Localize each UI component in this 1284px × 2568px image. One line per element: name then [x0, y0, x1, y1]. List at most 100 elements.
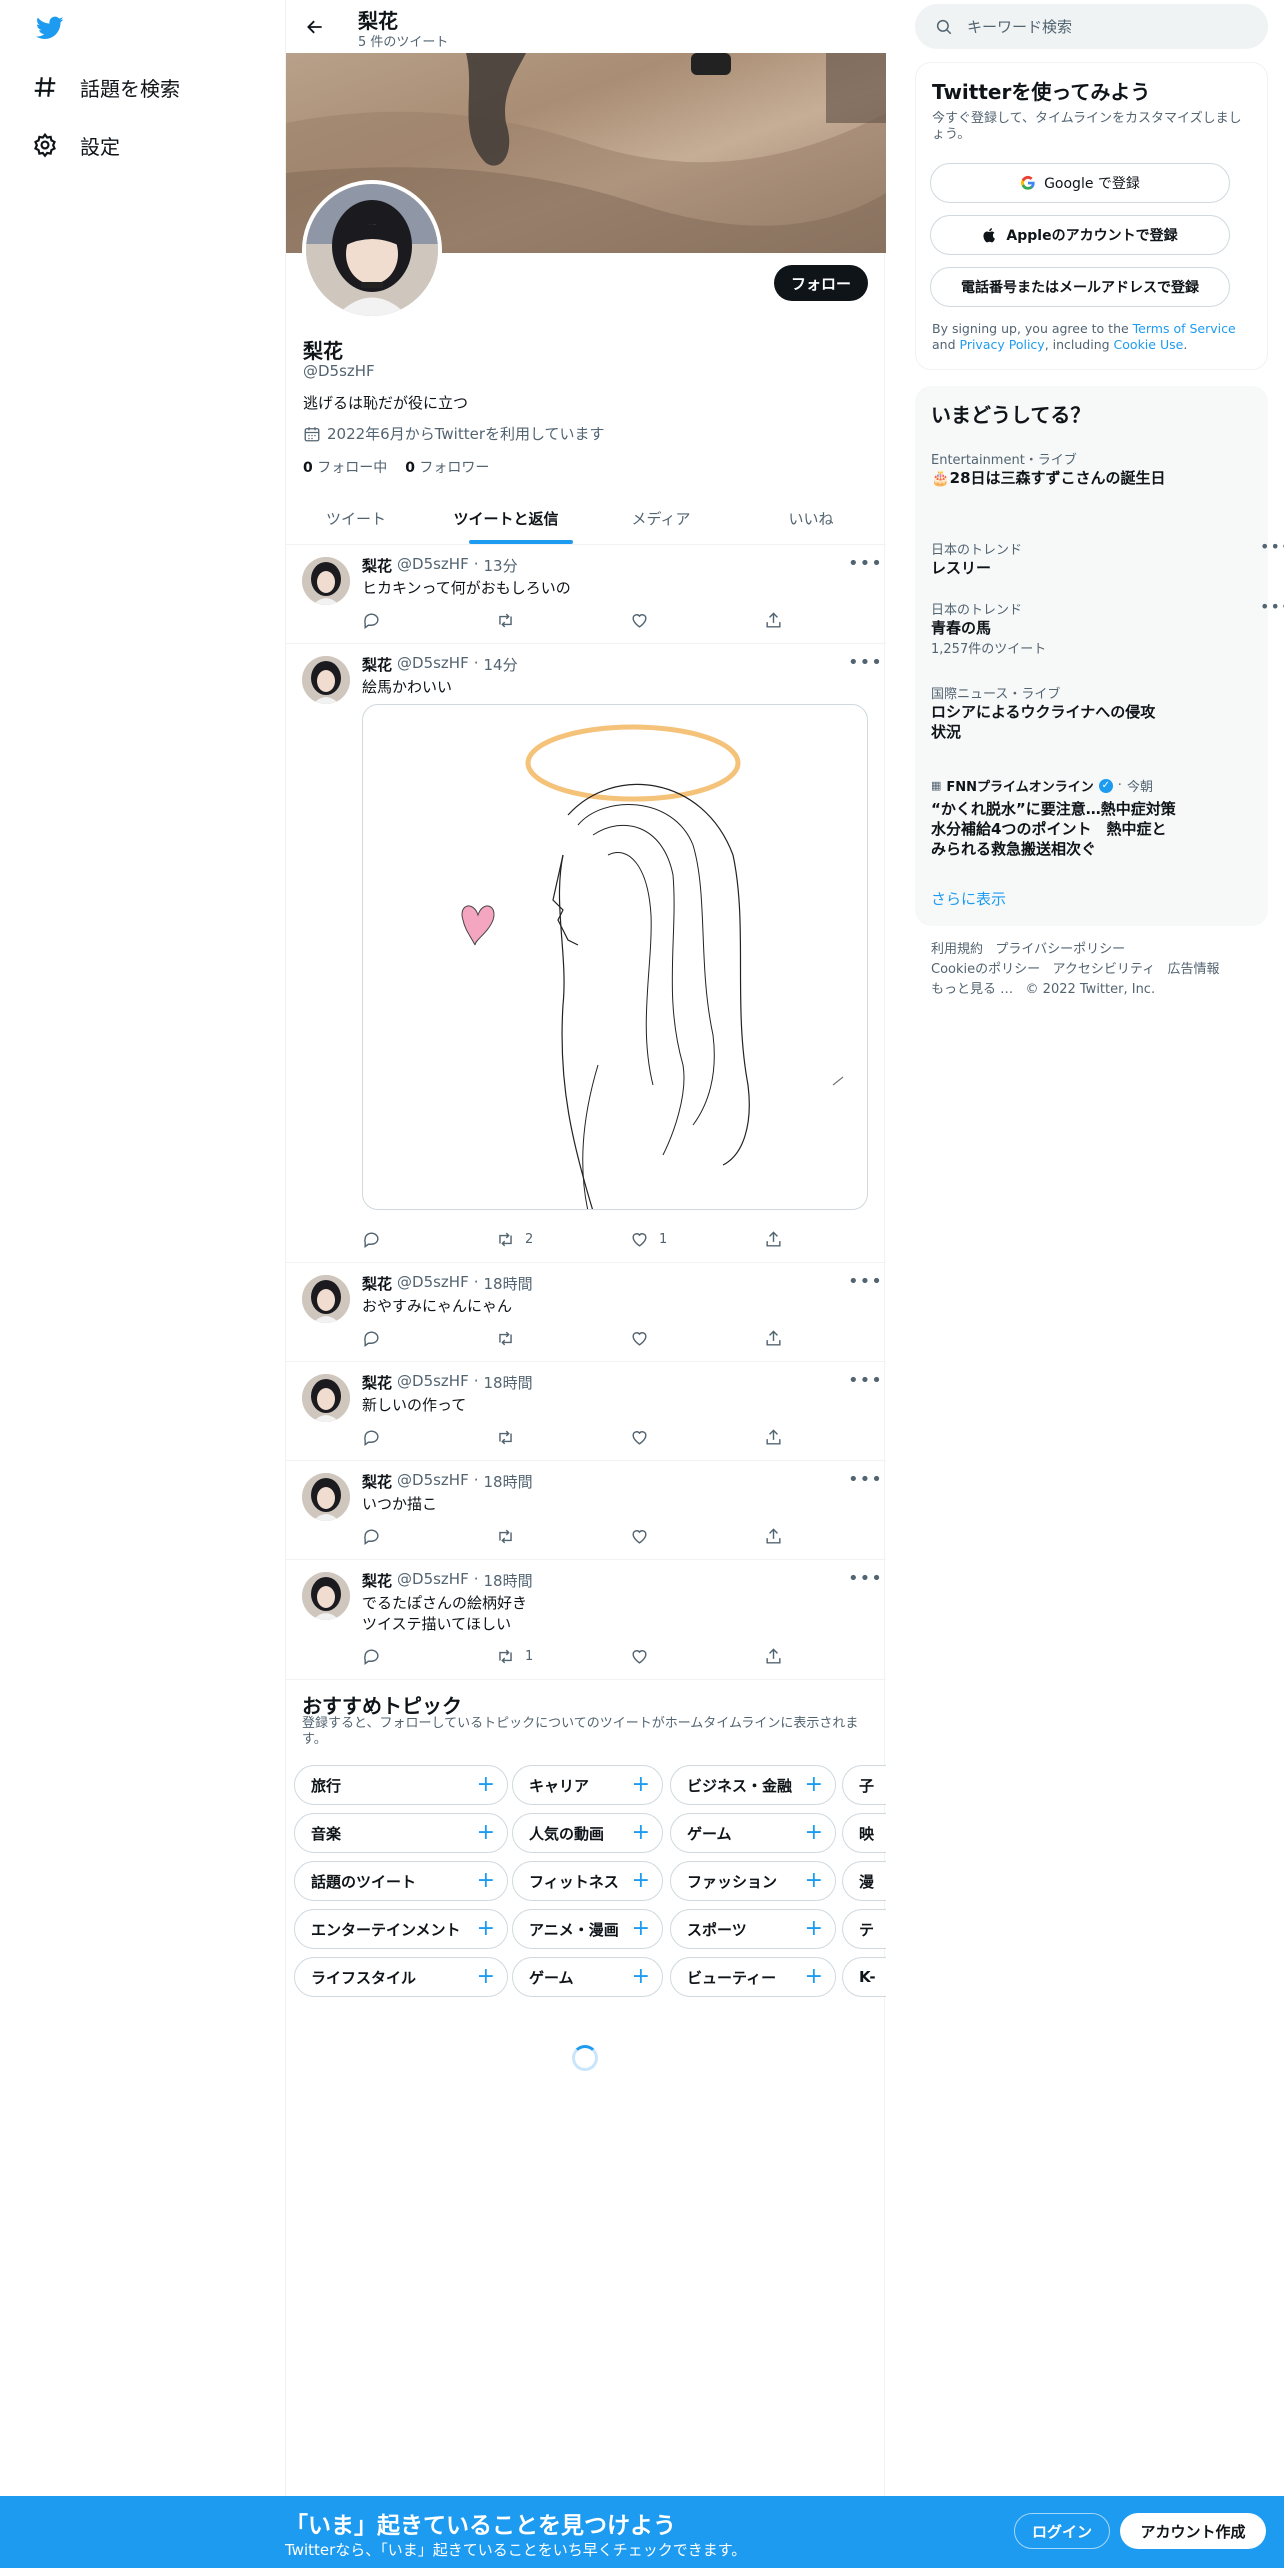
topic-chip[interactable]: スポーツ +	[670, 1909, 836, 1949]
like-button[interactable]	[630, 611, 659, 630]
tweet-avatar[interactable]	[302, 656, 350, 704]
share-button[interactable]	[764, 1527, 783, 1546]
footer-accessibility[interactable]: アクセシビリティ	[1053, 962, 1156, 977]
plus-icon[interactable]: +	[632, 1772, 650, 1797]
tweet[interactable]: 梨花 @D5szHF · 18時間 ••• 新しいの作って	[286, 1362, 886, 1461]
topic-chip[interactable]: アニメ・漫画 +	[512, 1909, 663, 1949]
tab-tweets-replies[interactable]: ツイートと返信	[426, 492, 586, 545]
share-button[interactable]	[764, 1647, 783, 1666]
more-options-icon[interactable]: •••	[1260, 537, 1284, 556]
more-options-icon[interactable]: •••	[848, 1469, 883, 1490]
topic-chip[interactable]: フィットネス +	[512, 1861, 663, 1901]
plus-icon[interactable]: +	[805, 1964, 823, 1989]
topic-chip[interactable]: 人気の動画 +	[512, 1813, 663, 1853]
tweet-author-handle[interactable]: @D5szHF	[397, 555, 469, 576]
topic-chip[interactable]: ゲーム +	[512, 1957, 663, 1997]
topic-chip[interactable]: ビジネス・金融 +	[670, 1765, 836, 1805]
plus-icon[interactable]: +	[632, 1868, 650, 1893]
login-button[interactable]: ログイン	[1014, 2513, 1110, 2549]
tweet-avatar[interactable]	[302, 1275, 350, 1323]
tab-media[interactable]: メディア	[586, 492, 736, 545]
share-button[interactable]	[764, 1428, 783, 1447]
followers-link[interactable]: 0 フォロワー	[405, 457, 489, 477]
tab-likes[interactable]: いいね	[736, 492, 886, 545]
plus-icon[interactable]: +	[632, 1964, 650, 1989]
tweet-image[interactable]	[362, 704, 868, 1210]
reply-button[interactable]	[362, 1230, 381, 1249]
google-signup-button[interactable]: Google で登録	[930, 163, 1230, 203]
nav-explore[interactable]: 話題を検索	[32, 63, 180, 111]
retweet-button[interactable]: 2	[496, 1230, 533, 1249]
retweet-button[interactable]	[496, 1428, 515, 1447]
topic-chip[interactable]: ファッション +	[670, 1861, 836, 1901]
apple-signup-button[interactable]: Appleのアカウントで登録	[930, 215, 1230, 255]
like-button[interactable]	[630, 1428, 649, 1447]
following-link[interactable]: 0 フォロー中	[303, 457, 387, 477]
news-item[interactable]: ▦ FNNプライムオンライン ✓ · 今朝 “かくれ脱水”に要注意…熱中症対策 …	[931, 776, 1181, 859]
topic-chip[interactable]: ビューティー +	[670, 1957, 836, 1997]
more-options-icon[interactable]: •••	[848, 652, 883, 673]
tweet[interactable]: 梨花 @D5szHF · 18時間 ••• いつか描こ	[286, 1461, 886, 1560]
plus-icon[interactable]: +	[805, 1820, 823, 1845]
tweet-avatar[interactable]	[302, 1374, 350, 1422]
more-options-icon[interactable]: •••	[1260, 597, 1284, 616]
retweet-button[interactable]	[496, 1329, 515, 1348]
tweet-author-name[interactable]: 梨花	[362, 1273, 392, 1294]
tweet-time[interactable]: 18時間	[484, 1471, 533, 1492]
topic-chip[interactable]: エンターテインメント +	[294, 1909, 508, 1949]
tweet-author-name[interactable]: 梨花	[362, 1471, 392, 1492]
tweet[interactable]: 梨花 @D5szHF · 13分 ••• ヒカキンって何がおもしろいの	[286, 545, 886, 644]
share-button[interactable]	[764, 1230, 783, 1249]
more-options-icon[interactable]: •••	[848, 1271, 883, 1292]
tweet-author-handle[interactable]: @D5szHF	[397, 1372, 469, 1393]
plus-icon[interactable]: +	[477, 1964, 495, 1989]
tweet-avatar[interactable]	[302, 557, 350, 605]
topic-chip[interactable]: テ	[842, 1909, 886, 1949]
plus-icon[interactable]: +	[805, 1868, 823, 1893]
tweet-author-handle[interactable]: @D5szHF	[397, 1273, 469, 1294]
topic-chip[interactable]: キャリア +	[512, 1765, 663, 1805]
tweet-time[interactable]: 18時間	[484, 1570, 533, 1591]
twitter-logo-icon[interactable]	[34, 14, 66, 42]
cookie-link[interactable]: Cookie Use	[1114, 337, 1184, 352]
plus-icon[interactable]: +	[805, 1772, 823, 1797]
plus-icon[interactable]: +	[477, 1772, 495, 1797]
tweet-author-handle[interactable]: @D5szHF	[397, 654, 469, 675]
back-button[interactable]	[300, 12, 330, 42]
footer-privacy[interactable]: プライバシーポリシー	[995, 942, 1125, 957]
tweet-author-name[interactable]: 梨花	[362, 555, 392, 576]
topic-chip[interactable]: 子	[842, 1765, 886, 1805]
reply-button[interactable]	[362, 1647, 381, 1666]
footer-ads[interactable]: 広告情報	[1168, 962, 1220, 977]
topic-chip[interactable]: K-	[842, 1957, 886, 1997]
plus-icon[interactable]: +	[477, 1820, 495, 1845]
topic-chip[interactable]: 映	[842, 1813, 886, 1853]
privacy-link[interactable]: Privacy Policy	[960, 337, 1045, 352]
tweet-avatar[interactable]	[302, 1473, 350, 1521]
tweet-author-handle[interactable]: @D5szHF	[397, 1471, 469, 1492]
nav-settings[interactable]: 設定	[32, 121, 120, 169]
trend-item[interactable]: 日本のトレンド レスリー	[931, 539, 1251, 578]
search-input[interactable]: キーワード検索	[967, 16, 1072, 37]
topic-chip[interactable]: 旅行 +	[294, 1765, 508, 1805]
tweet-author-name[interactable]: 梨花	[362, 654, 392, 675]
profile-avatar[interactable]	[302, 180, 442, 320]
retweet-button[interactable]: 1	[496, 1647, 533, 1666]
search-box[interactable]: キーワード検索	[915, 4, 1268, 49]
tweet[interactable]: 梨花 @D5szHF · 14分 ••• 絵馬かわいい 2 1	[286, 644, 886, 1263]
share-button[interactable]	[764, 1329, 783, 1348]
tweet-time[interactable]: 14分	[484, 654, 518, 675]
like-button[interactable]: 1	[630, 1230, 667, 1249]
like-button[interactable]	[630, 1647, 649, 1666]
tweet-author-handle[interactable]: @D5szHF	[397, 1570, 469, 1591]
create-account-button[interactable]: アカウント作成	[1120, 2513, 1266, 2549]
tweet-time[interactable]: 18時間	[484, 1372, 533, 1393]
reply-button[interactable]	[362, 1329, 381, 1348]
topic-chip[interactable]: 話題のツイート +	[294, 1861, 508, 1901]
share-button[interactable]	[764, 611, 783, 630]
tweet-avatar[interactable]	[302, 1572, 350, 1620]
footer-more[interactable]: もっと見る …	[931, 982, 1013, 997]
more-options-icon[interactable]: •••	[848, 1370, 883, 1391]
reply-button[interactable]	[362, 611, 381, 630]
reply-button[interactable]	[362, 1428, 381, 1447]
